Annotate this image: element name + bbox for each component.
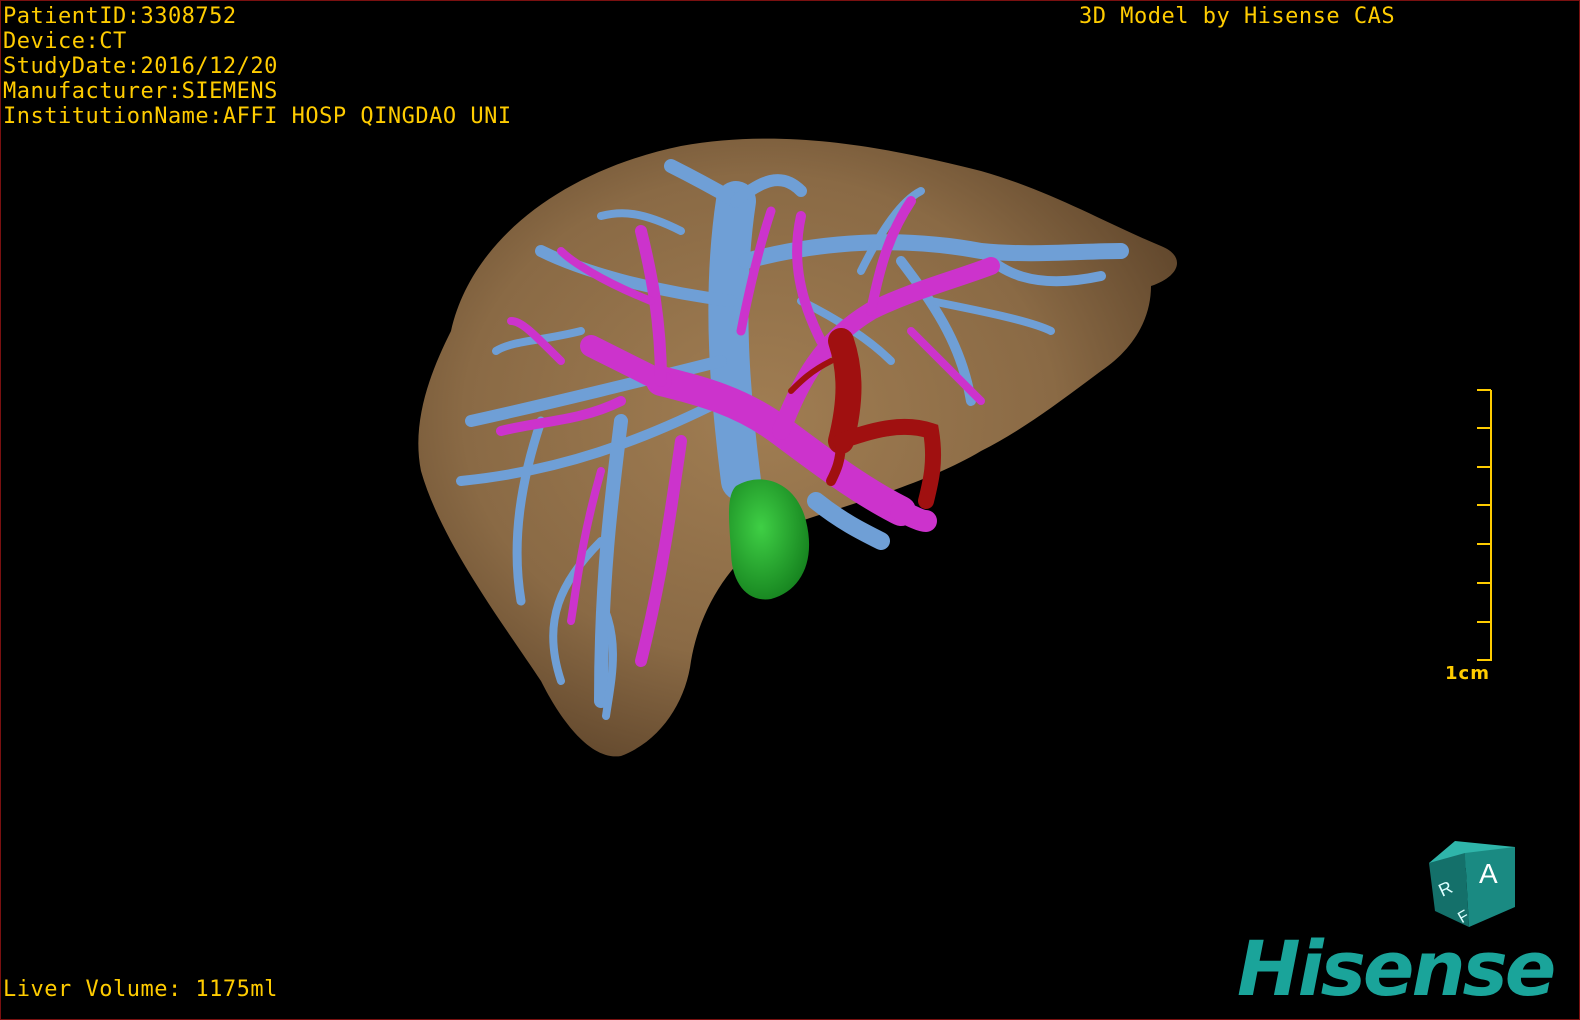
device-label: Device:CT [3, 29, 127, 54]
study-date-label: StudyDate:2016/12/20 [3, 54, 278, 79]
institution-label: InstitutionName:AFFI HOSP QINGDAO UNI [3, 104, 512, 129]
hisense-logo: Hisense [1237, 924, 1556, 1013]
scale-bar-label: 1cm [1445, 663, 1490, 684]
liver-3d-model[interactable] [1, 1, 1580, 1020]
orientation-cube[interactable]: A R F [1421, 837, 1525, 937]
scale-bar [1477, 389, 1492, 661]
cube-face-a: A [1479, 858, 1498, 889]
model-credit: 3D Model by Hisense CAS [1079, 4, 1396, 29]
3d-viewport[interactable]: PatientID:3308752 Device:CT StudyDate:20… [0, 0, 1580, 1020]
manufacturer-label: Manufacturer:SIEMENS [3, 79, 278, 104]
liver-volume-label: Liver Volume: 1175ml [3, 977, 278, 1002]
patient-id-label: PatientID:3308752 [3, 4, 237, 29]
